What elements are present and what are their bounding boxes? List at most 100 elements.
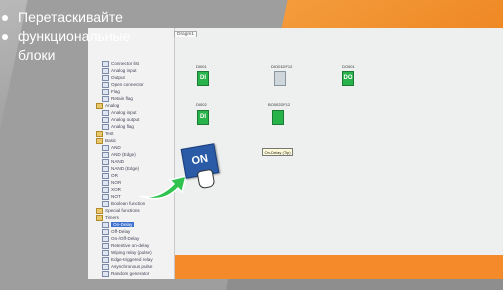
do-block[interactable]: DO <box>342 71 354 86</box>
block-icon <box>102 221 109 228</box>
tree-item[interactable]: Analog output <box>102 116 139 123</box>
tree-item[interactable]: Analog input <box>102 109 137 116</box>
tree-item-label: On-/Off-Delay <box>111 236 140 241</box>
function-block[interactable] <box>274 71 286 86</box>
tree-item[interactable]: NAND (Edge) <box>102 165 139 172</box>
tree-item[interactable]: Output <box>102 74 125 81</box>
block-icon <box>102 235 109 242</box>
tree-item[interactable]: Open connector <box>102 81 144 88</box>
block-icon <box>102 158 109 165</box>
block-icon <box>102 81 109 88</box>
tree-item-label: Test <box>105 131 114 136</box>
tree-item-label: Retentive on-delay <box>111 243 150 248</box>
tree-item[interactable]: Random generator <box>102 270 149 277</box>
block-icon <box>102 270 109 277</box>
tree-item-label: Off-Delay <box>111 229 131 234</box>
tooltip: On-Delay (Tip) <box>262 148 294 156</box>
tree-item-label: Flag <box>111 89 120 94</box>
timer-block[interactable] <box>272 110 284 125</box>
folder-icon <box>96 102 103 109</box>
tree-item[interactable]: Timers <box>96 214 119 221</box>
tree-item[interactable]: Analog <box>96 102 119 109</box>
folder-icon <box>96 137 103 144</box>
caption-line: Перетаскивайте <box>18 9 123 25</box>
block-icon <box>102 67 109 74</box>
tree-item-label: Output <box>111 75 125 80</box>
block-icon <box>102 116 109 123</box>
tree-item[interactable]: On-/Off-Delay <box>102 235 139 242</box>
block-icon <box>102 179 109 186</box>
tree-item-label: Special functions <box>105 208 140 213</box>
di-block[interactable]: DI <box>197 71 209 86</box>
block-icon <box>102 74 109 81</box>
block-icon <box>102 95 109 102</box>
tree-item[interactable]: Asynchronous pulse <box>102 263 152 270</box>
block-icon <box>102 186 109 193</box>
tree-item-label: On-Delay <box>111 222 135 227</box>
tree-item-label: NOT <box>111 194 121 199</box>
block-icon <box>102 228 109 235</box>
folder-icon <box>96 207 103 214</box>
tree-item[interactable]: Retentive on-delay <box>102 242 149 249</box>
block-icon <box>102 151 109 158</box>
tree-item[interactable]: OR <box>102 172 118 179</box>
tree-item-label: Analog output <box>111 117 140 122</box>
tree-item[interactable]: Retain flag <box>102 95 133 102</box>
tree-item[interactable]: AND <box>102 144 121 151</box>
tree-item-label: Wiping relay (pulse) <box>111 250 152 255</box>
block-icon <box>102 123 109 130</box>
tree-item[interactable]: NOT <box>102 193 121 200</box>
tree-item[interactable]: Wiping relay (pulse) <box>102 249 152 256</box>
block-icon <box>102 256 109 263</box>
tree-item-label: NAND <box>111 159 125 164</box>
tree-item-label: NOR <box>111 180 122 185</box>
tab-dragm1[interactable]: Dragm1 <box>174 31 198 37</box>
block-icon <box>102 193 109 200</box>
block-icon <box>102 144 109 151</box>
tree-item[interactable]: Edge-triggered relay <box>102 256 153 263</box>
tree-item[interactable]: Off-Delay <box>102 228 130 235</box>
tree-item-label: Asynchronous pulse <box>111 264 153 269</box>
block-icon <box>102 172 109 179</box>
program-canvas[interactable] <box>175 28 503 279</box>
tree-item[interactable]: Connector list <box>102 60 139 67</box>
tree-item-label: Analog input <box>111 110 137 115</box>
tree-item-label: Edge-triggered relay <box>111 257 153 262</box>
tree-item-label: Open connector <box>111 82 144 87</box>
tree-item[interactable]: Test <box>96 130 113 137</box>
tree-item-label: Timers <box>105 215 119 220</box>
tree-item[interactable]: XOR <box>102 186 121 193</box>
tree-item-label: Random generator <box>111 271 150 276</box>
tree-item[interactable]: Basic <box>96 137 116 144</box>
di-block[interactable]: DI <box>197 110 209 125</box>
block-icon <box>102 109 109 116</box>
bullet-icon <box>2 34 8 40</box>
tree-item-label: XOR <box>111 187 121 192</box>
block-icon <box>102 88 109 95</box>
tree-item[interactable]: On-Delay <box>102 221 135 228</box>
tree-item-label: Analog input <box>111 68 137 73</box>
tree-item-label: Analog flag <box>111 124 134 129</box>
tree-item[interactable]: AND (Edge) <box>102 151 136 158</box>
block-icon <box>102 263 109 270</box>
tree-item-label: NAND (Edge) <box>111 166 140 171</box>
block-name: DI001 <box>196 64 207 69</box>
tree-item[interactable]: Flag <box>102 88 120 95</box>
block-name: BO002DF12 <box>268 102 291 107</box>
block-name: DIO01DF12 <box>271 64 293 69</box>
tree-item[interactable]: NOR <box>102 179 121 186</box>
tree-item[interactable]: Analog flag <box>102 123 134 130</box>
bullet-icon <box>2 15 8 21</box>
tree-item-label: AND (Edge) <box>111 152 136 157</box>
tree-item-label: Basic <box>105 138 117 143</box>
block-name: DO001 <box>342 64 355 69</box>
tree-item[interactable]: Special functions <box>96 207 140 214</box>
tree-item[interactable]: Analog input <box>102 67 137 74</box>
tree-item-label: Analog <box>105 103 120 108</box>
tree-item-label: Connector list <box>111 61 140 66</box>
tree-item[interactable]: NAND <box>102 158 124 165</box>
block-icon <box>102 200 109 207</box>
block-icon <box>102 60 109 67</box>
block-icon <box>102 249 109 256</box>
function-tree[interactable]: Connector list Analog input Output Open con… <box>88 28 175 279</box>
